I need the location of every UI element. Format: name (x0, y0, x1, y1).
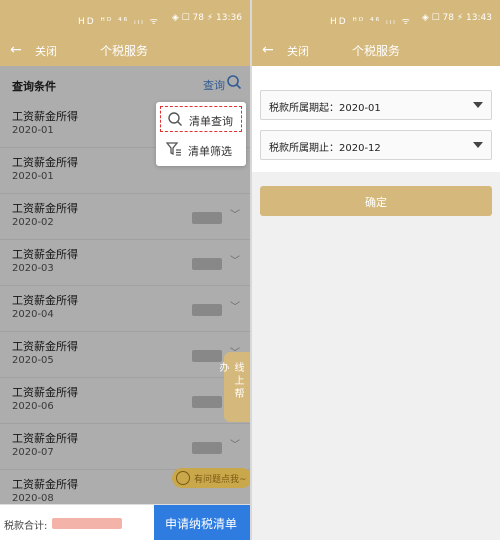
query-menu-popup: 清单查询 清单筛选 (156, 102, 246, 166)
search-icon (168, 112, 182, 126)
blurred-total (52, 518, 122, 529)
back-arrow-icon[interactable]: ← (262, 42, 274, 58)
dropdown-arrow-icon (473, 142, 483, 148)
menu-item-list-filter[interactable]: 清单筛选 (160, 137, 242, 163)
help-pill-label: 有问题点我~ (194, 475, 247, 485)
back-arrow-icon[interactable]: ← (10, 42, 22, 58)
close-button[interactable]: 关闭 (35, 43, 57, 59)
filter-icon (166, 142, 181, 156)
left-screen: HD ᴴᴰ ⁴⁶ ᵢₗₗ ᯤ ◈ ☐ 78 ⚡ 13:36 ← 关闭 个税服务 … (0, 0, 250, 540)
confirm-button[interactable]: 确定 (260, 186, 492, 216)
online-help-tab[interactable]: 线上帮办 (217, 352, 250, 422)
filter-form: 税款所属期起：2020-01 税款所属期止：2020-12 (252, 66, 500, 172)
help-pill-button[interactable]: 有问题点我~ (172, 468, 250, 488)
app-bar: ← 关闭 个税服务 (252, 36, 500, 66)
menu-item-list-query[interactable]: 清单查询 (160, 106, 242, 132)
tax-total-label: 税款合计: (4, 521, 48, 532)
page-title: 个税服务 (100, 44, 149, 58)
right-screen: HD ᴴᴰ ⁴⁶ ᵢₗₗ ᯤ ◈ ☐ 78 ⚡ 13:43 ← 关闭 个税服务 … (252, 0, 500, 540)
status-right: ◈ ☐ 78 ⚡ 13:43 (421, 13, 492, 23)
period-end-value: 税款所属期止：2020-12 (269, 143, 381, 154)
page-title: 个税服务 (352, 44, 401, 58)
signal-icons: HD ᴴᴰ ⁴⁶ ᵢₗₗ ᯤ (330, 17, 412, 27)
menu-item-label: 清单筛选 (188, 145, 232, 158)
dropdown-arrow-icon (473, 102, 483, 108)
close-button[interactable]: 关闭 (287, 43, 309, 59)
signal-icons: HD ᴴᴰ ⁴⁶ ᵢₗₗ ᯤ (78, 17, 160, 27)
help-icon (176, 471, 190, 485)
status-right: ◈ ☐ 78 ⚡ 13:36 (171, 13, 242, 23)
period-end-select[interactable]: 税款所属期止：2020-12 (260, 130, 492, 160)
footer-bar: 税款合计: 申请纳税清单 (0, 504, 250, 540)
period-start-select[interactable]: 税款所属期起：2020-01 (260, 90, 492, 120)
app-bar: ← 关闭 个税服务 (0, 36, 250, 66)
status-bar: HD ᴴᴰ ⁴⁶ ᵢₗₗ ᯤ ◈ ☐ 78 ⚡ 13:43 (252, 0, 500, 36)
menu-item-label: 清单查询 (189, 115, 233, 128)
apply-tax-list-button[interactable]: 申请纳税清单 (154, 505, 250, 540)
status-bar: HD ᴴᴰ ⁴⁶ ᵢₗₗ ᯤ ◈ ☐ 78 ⚡ 13:36 (0, 0, 250, 36)
period-start-value: 税款所属期起：2020-01 (269, 103, 381, 114)
